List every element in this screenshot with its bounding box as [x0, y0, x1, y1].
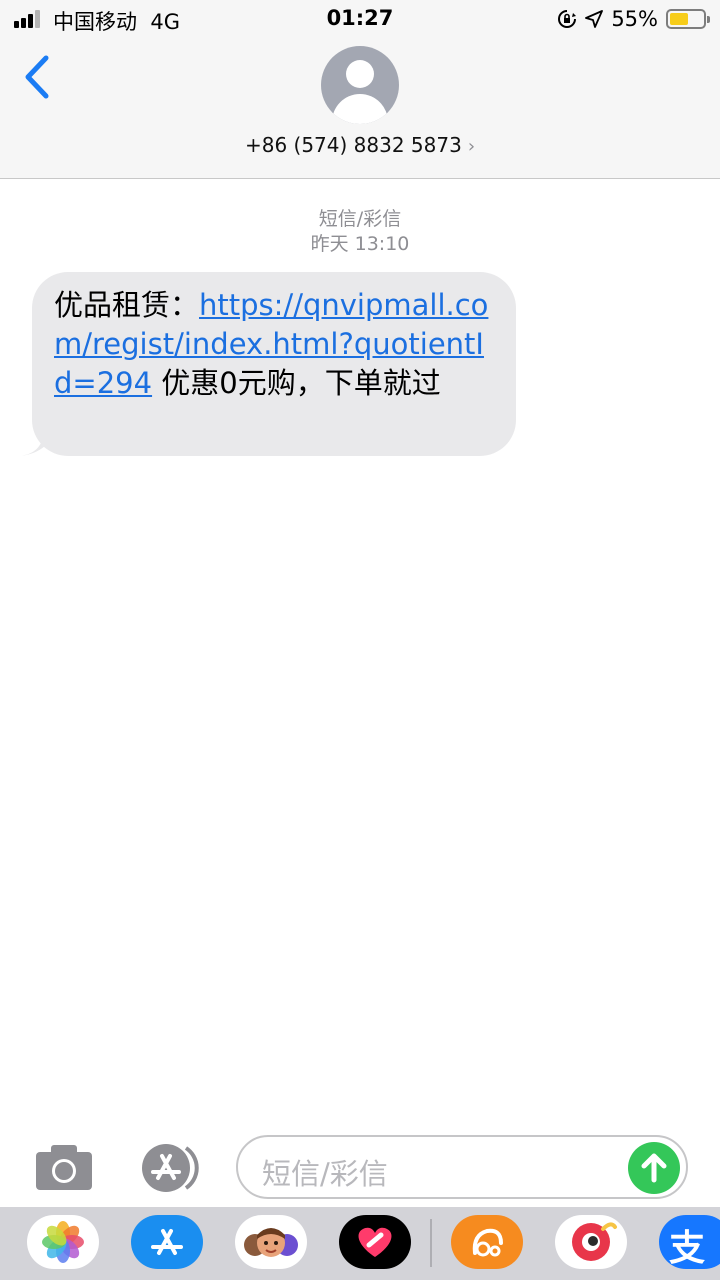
- drawer-divider: [430, 1219, 432, 1267]
- status-indicators: 55%: [557, 6, 710, 32]
- status-bar: 中国移动 4G 01:27 55%: [0, 0, 720, 40]
- contact-details-button[interactable]: +86 (574) 8832 5873 ›: [0, 133, 720, 157]
- digital-touch-app-icon[interactable]: [339, 1215, 411, 1269]
- message-timestamp: 昨天 13:10: [310, 233, 410, 255]
- battery-icon: [666, 9, 710, 29]
- imessage-app-drawer: 支: [0, 1207, 720, 1280]
- battery-percent: 55%: [611, 7, 658, 31]
- red-app-icon[interactable]: [555, 1215, 627, 1269]
- send-button[interactable]: [628, 1142, 680, 1194]
- chevron-right-icon: ›: [467, 136, 476, 157]
- message-text: 优品租赁：https://qnvipmall.com/regist/index.…: [54, 286, 498, 403]
- location-arrow-icon: [585, 10, 604, 28]
- contact-avatar[interactable]: [321, 46, 399, 124]
- photos-app-icon[interactable]: [27, 1215, 99, 1269]
- alipay-app-icon[interactable]: 支: [659, 1215, 720, 1269]
- message-input[interactable]: 短信/彩信: [236, 1135, 688, 1199]
- message-type-label: 短信/彩信: [318, 208, 402, 230]
- contact-number: +86 (574) 8832 5873: [244, 133, 462, 157]
- app-store-app-icon[interactable]: [131, 1215, 203, 1269]
- uc-browser-app-icon[interactable]: [451, 1215, 523, 1269]
- arrow-up-icon: [641, 1153, 667, 1183]
- memoji-app-icon[interactable]: [235, 1215, 307, 1269]
- battery-fill: [670, 13, 688, 25]
- camera-icon[interactable]: [34, 1144, 94, 1192]
- rotation-lock-icon: [558, 10, 577, 28]
- input-placeholder: 短信/彩信: [262, 1157, 388, 1191]
- back-chevron-icon[interactable]: [20, 54, 54, 100]
- message-suffix: 优惠0元购，下单就过: [152, 366, 441, 400]
- app-store-button-icon[interactable]: [134, 1142, 204, 1194]
- person-icon: [346, 60, 374, 88]
- conversation-header: 中国移动 4G 01:27 55% +86 (574) 8832 5873 ›: [0, 0, 720, 179]
- message-prefix: 优品租赁：: [54, 288, 200, 322]
- alipay-glyph: 支: [669, 1228, 706, 1269]
- incoming-message-bubble[interactable]: 优品租赁：https://qnvipmall.com/regist/index.…: [32, 272, 516, 456]
